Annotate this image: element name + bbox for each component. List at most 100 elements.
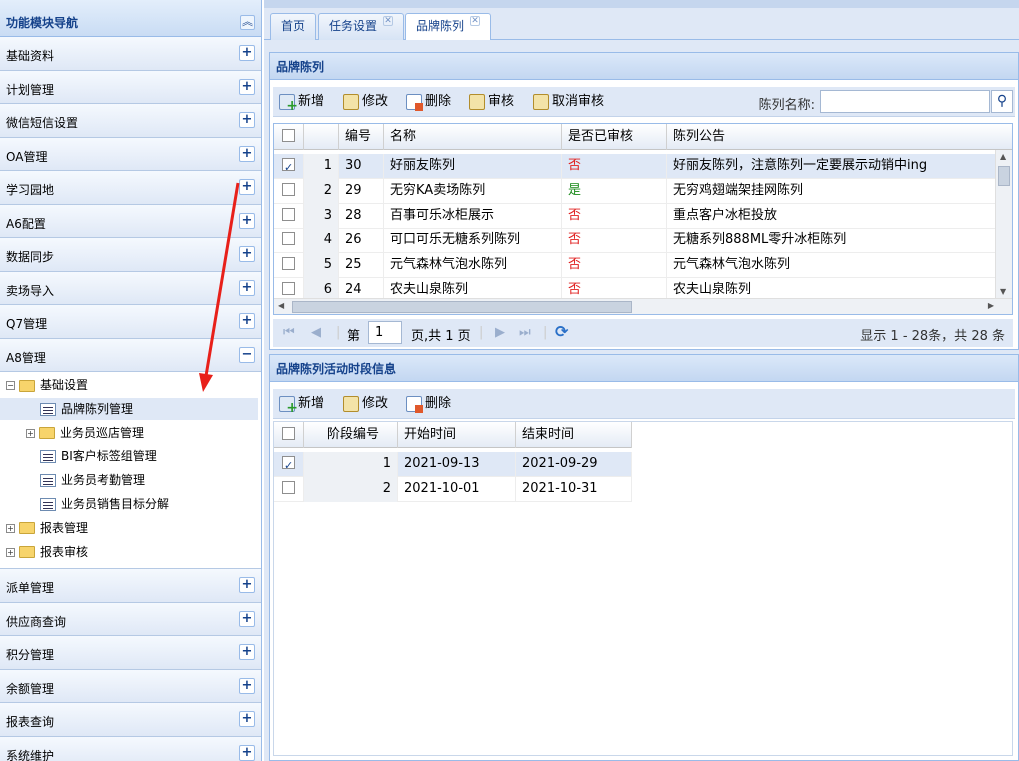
accordion-section[interactable]: 计划管理 + <box>0 70 261 104</box>
col-notice-header[interactable]: 陈列公告 <box>667 124 1012 150</box>
accordion-section[interactable]: 数据同步 + <box>0 238 261 272</box>
expand-icon[interactable]: + <box>239 711 255 727</box>
row-checkbox[interactable] <box>282 480 295 494</box>
collapse-icon[interactable]: − <box>6 381 15 390</box>
accordion-section[interactable]: 积分管理 + <box>0 636 261 670</box>
accordion-section[interactable]: 系统维护 + <box>0 736 261 761</box>
accordion-section[interactable]: 供应商查询 + <box>0 602 261 636</box>
accordion-section[interactable]: A8管理 − <box>0 338 261 372</box>
scroll-thumb[interactable] <box>998 166 1010 186</box>
search-input[interactable] <box>820 90 990 113</box>
tree-node[interactable]: 业务员销售目标分解 <box>0 493 258 515</box>
accordion-section-label: 学习园地 <box>6 183 55 197</box>
audit-label: 审核 <box>488 94 515 109</box>
expand-icon[interactable]: + <box>239 212 255 229</box>
double-chevron-up-icon[interactable]: ︽ <box>240 15 255 30</box>
search-icon[interactable]: ⚲ <box>991 90 1013 113</box>
expand-icon[interactable]: + <box>239 279 255 296</box>
horizontal-scrollbar[interactable]: ◀ ▶ <box>274 298 1012 314</box>
expand-icon[interactable]: + <box>239 744 255 761</box>
expand-icon[interactable]: + <box>239 145 255 162</box>
expand-icon[interactable]: + <box>239 78 255 95</box>
expand-icon[interactable]: + <box>239 112 255 128</box>
col-start-header[interactable]: 开始时间 <box>398 422 516 448</box>
expand-icon[interactable]: + <box>239 246 255 262</box>
close-icon[interactable]: ✕ <box>383 16 394 26</box>
col-name-header[interactable]: 名称 <box>384 124 562 150</box>
expand-icon[interactable]: + <box>239 313 255 329</box>
row-checkbox[interactable] <box>282 257 295 271</box>
edit-button[interactable]: 修改 <box>343 93 388 111</box>
accordion-section[interactable]: 卖场导入 + <box>0 271 261 305</box>
accordion-section[interactable]: 学习园地 + <box>0 171 261 205</box>
col-audited-header[interactable]: 是否已审核 <box>562 124 667 150</box>
edit-button[interactable]: 修改 <box>343 395 388 413</box>
expand-icon[interactable]: + <box>239 45 255 61</box>
table-row[interactable]: 4 26 可口可乐无糖系列陈列否无糖系列888ML零升冰柜陈列 <box>274 228 997 254</box>
last-page-icon[interactable]: ⏭ <box>519 325 531 340</box>
scroll-thumb[interactable] <box>292 301 632 313</box>
delete-button[interactable]: 删除 <box>406 395 451 413</box>
audit-button[interactable]: 审核 <box>469 93 514 111</box>
next-page-icon[interactable]: ▶ <box>495 325 505 340</box>
col-end-header[interactable]: 结束时间 <box>516 422 632 448</box>
tree-node[interactable]: + 业务员巡店管理 <box>0 422 258 444</box>
accordion-section[interactable]: 微信短信设置 + <box>0 104 261 138</box>
expand-icon[interactable]: + <box>239 610 255 627</box>
expand-icon[interactable]: + <box>239 677 255 694</box>
table-row[interactable]: 2 2021-10-01 2021-10-31 <box>274 476 632 502</box>
accordion-section[interactable]: OA管理 + <box>0 137 261 171</box>
expand-icon[interactable]: + <box>6 523 15 533</box>
row-checkbox[interactable] <box>282 207 295 221</box>
tree-node[interactable]: + 报表管理 <box>0 517 258 539</box>
expand-icon[interactable]: + <box>26 428 35 438</box>
table-row[interactable]: 2 29 无穷KA卖场陈列是无穷鸡翅端架挂网陈列 <box>274 178 997 204</box>
col-id-header[interactable]: 编号 <box>339 124 384 150</box>
accordion-section[interactable]: Q7管理 + <box>0 305 261 339</box>
tree-node[interactable]: − 基础设置 <box>0 374 258 396</box>
row-checkbox[interactable] <box>282 232 295 246</box>
add-button[interactable]: 新增 <box>279 93 324 115</box>
row-checkbox[interactable] <box>282 156 295 179</box>
table-row[interactable]: 12021-09-132021-09-29 <box>274 452 632 477</box>
tree-node[interactable]: + 报表审核 <box>0 541 258 563</box>
row-checkbox[interactable] <box>282 182 295 196</box>
delete-button[interactable]: 删除 <box>406 93 451 111</box>
cell-id: 30 <box>339 154 384 179</box>
table-row[interactable]: 5 25 元气森林气泡水陈列否元气森林气泡水陈列 <box>274 253 997 279</box>
accordion-section-label: 计划管理 <box>6 82 55 97</box>
expand-icon[interactable]: + <box>239 179 255 195</box>
table-row[interactable]: 3 28 百事可乐冰柜展示否重点客户冰柜投放 <box>274 203 997 229</box>
tree-node[interactable]: BI客户标签组管理 <box>0 445 258 467</box>
row-checkbox[interactable] <box>282 454 295 477</box>
add-button[interactable]: 新增 <box>279 395 324 417</box>
tree-node[interactable]: 品牌陈列管理 <box>0 397 258 420</box>
select-all-checkbox[interactable] <box>282 129 295 142</box>
refresh-icon[interactable]: ⟳ <box>555 322 568 341</box>
close-icon[interactable]: ✕ <box>470 16 481 26</box>
expand-icon[interactable]: + <box>239 644 255 660</box>
tab-home[interactable]: 首页 <box>270 13 317 40</box>
select-all-checkbox[interactable] <box>282 427 295 440</box>
pager: ⏮ ◀ | 第 1 页,共 1 页 | ▶ ⏭ | ⟳ 显示 1 - 28条，共… <box>273 319 1013 347</box>
row-checkbox[interactable] <box>282 282 295 295</box>
vertical-scrollbar[interactable]: ▲ ▼ <box>995 150 1012 298</box>
accordion-section[interactable]: A6配置 + <box>0 204 261 238</box>
tab-task-settings[interactable]: 任务设置 ✕ <box>318 13 405 40</box>
expand-icon[interactable]: + <box>239 577 255 593</box>
unaudit-button[interactable]: 取消审核 <box>533 93 604 111</box>
prev-page-icon[interactable]: ◀ <box>311 325 321 340</box>
tab-brand-display[interactable]: 品牌陈列 ✕ <box>405 13 492 41</box>
table-row[interactable]: 130好丽友陈列否好丽友陈列，注意陈列一定要展示动销中ing <box>274 154 997 179</box>
tab-label: 品牌陈列 <box>416 19 465 33</box>
accordion-section[interactable]: 报表查询 + <box>0 703 261 737</box>
expand-icon[interactable]: + <box>6 547 15 557</box>
first-page-icon[interactable]: ⏮ <box>283 325 295 340</box>
col-stage-header[interactable]: 阶段编号 <box>304 422 398 448</box>
accordion-section[interactable]: 基础资料 + <box>0 37 261 71</box>
accordion-section[interactable]: 派单管理 + <box>0 569 261 603</box>
collapse-icon[interactable]: − <box>239 346 255 363</box>
page-input[interactable]: 1 <box>368 321 402 344</box>
accordion-section[interactable]: 余额管理 + <box>0 669 261 703</box>
tree-node[interactable]: 业务员考勤管理 <box>0 469 258 491</box>
